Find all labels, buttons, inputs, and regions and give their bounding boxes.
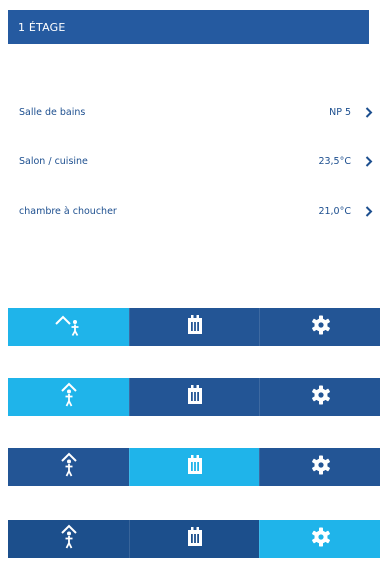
mode-button-row: [8, 308, 380, 346]
gear-icon: [311, 315, 331, 339]
mode-button-row: [8, 378, 380, 416]
room-value: NP 5: [329, 106, 351, 118]
chevron-right-icon[interactable]: [361, 104, 377, 120]
chevron-right-icon[interactable]: [361, 153, 377, 169]
away-person-icon: [54, 313, 84, 341]
schedule-button[interactable]: [129, 520, 259, 558]
presence-mode-button[interactable]: [8, 520, 129, 558]
mode-button-row: [8, 448, 380, 486]
chevron-right-icon[interactable]: [361, 203, 377, 219]
room-name: chambre à choucher: [19, 205, 117, 217]
calendar-icon: [187, 315, 203, 339]
person-home-icon: [59, 524, 79, 554]
presence-mode-button[interactable]: [8, 378, 129, 416]
room-row-salle-de-bains[interactable]: Salle de bains NP 5: [19, 103, 377, 121]
room-row-salon-cuisine[interactable]: Salon / cuisine 23,5°C: [19, 152, 377, 170]
schedule-button[interactable]: [129, 308, 259, 346]
calendar-icon: [187, 385, 203, 409]
gear-icon: [311, 455, 331, 479]
room-name: Salle de bains: [19, 106, 86, 118]
mode-button-row: [8, 520, 380, 558]
settings-button[interactable]: [259, 378, 380, 416]
person-home-icon: [59, 382, 79, 412]
room-value: 21,0°C: [318, 205, 351, 217]
calendar-icon: [187, 455, 203, 479]
calendar-icon: [187, 527, 203, 551]
section-title: 1 ÉTAGE: [18, 20, 66, 34]
gear-icon: [311, 385, 331, 409]
settings-button[interactable]: [259, 448, 380, 486]
schedule-button[interactable]: [129, 378, 259, 416]
away-mode-button[interactable]: [8, 308, 129, 346]
settings-button[interactable]: [259, 308, 380, 346]
gear-icon: [311, 527, 331, 551]
room-value: 23,5°C: [318, 155, 351, 167]
room-row-chambre[interactable]: chambre à choucher 21,0°C: [19, 202, 377, 220]
settings-button[interactable]: [259, 520, 380, 558]
section-header: 1 ÉTAGE: [8, 10, 369, 44]
person-home-icon: [59, 452, 79, 482]
room-name: Salon / cuisine: [19, 155, 88, 167]
schedule-button[interactable]: [129, 448, 259, 486]
presence-mode-button[interactable]: [8, 448, 129, 486]
